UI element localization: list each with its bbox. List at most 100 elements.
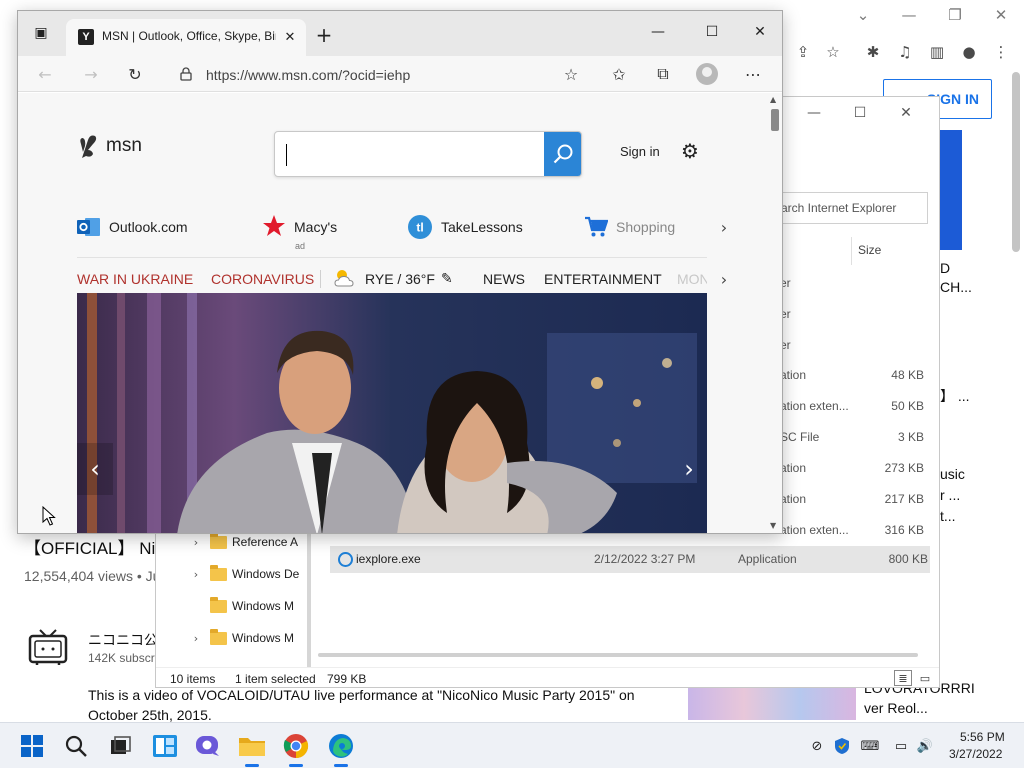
chrome-button[interactable] (281, 731, 311, 761)
maximize-icon[interactable]: ☐ (845, 101, 875, 125)
security-shield-icon[interactable] (833, 737, 851, 755)
profile-avatar[interactable] (696, 63, 718, 85)
minimize-icon[interactable]: — (886, 0, 932, 30)
nav-weather[interactable]: RYE / 36°F (365, 271, 435, 287)
widgets-button[interactable] (150, 731, 180, 761)
file-row-selected[interactable]: iexplore.exe 2/12/2022 3:27 PM Applicati… (330, 546, 930, 573)
new-tab-icon[interactable]: + (312, 23, 336, 47)
nav-folder-item[interactable]: › Windows De (156, 562, 311, 586)
edge-button[interactable] (326, 731, 356, 761)
hero-image[interactable]: ‹ › (77, 293, 707, 533)
search-button[interactable] (544, 132, 581, 176)
edge-toolbar: ← → ↻ https://www.msn.com/?ocid=iehp ☆ ✩… (18, 56, 782, 92)
windows-logo-icon (21, 735, 43, 757)
row-type: SC File (780, 430, 820, 444)
weather-cloud-sun-icon (332, 267, 360, 292)
explorer-window-controls: — ☐ ✕ (799, 97, 939, 127)
start-button[interactable] (17, 731, 47, 761)
chevron-right-icon[interactable]: › (714, 217, 734, 237)
chevron-right-icon[interactable]: › (714, 269, 734, 289)
quick-link-shopping[interactable]: Shopping (584, 211, 675, 243)
tab-close-icon[interactable]: ✕ (280, 27, 300, 47)
quick-link-outlook[interactable]: Outlook.com (77, 211, 188, 243)
maximize-icon[interactable]: ☐ (694, 19, 730, 45)
large-icons-view-icon[interactable]: ▭ (916, 670, 934, 686)
profile-icon[interactable]: ● (957, 40, 981, 64)
nav-news[interactable]: NEWS (483, 271, 525, 287)
forward-icon[interactable]: → (78, 61, 104, 87)
close-icon[interactable]: ✕ (891, 101, 921, 125)
nav-more[interactable]: MON (677, 271, 707, 287)
close-icon[interactable]: ✕ (742, 19, 778, 45)
scroll-down-icon[interactable]: ▼ (770, 521, 776, 530)
size-column-header[interactable]: Size (858, 243, 881, 257)
nav-coronavirus[interactable]: CORONAVIRUS (211, 271, 314, 287)
hero-photo (77, 293, 707, 533)
divider (320, 270, 321, 288)
back-icon[interactable]: ← (32, 61, 58, 87)
tab-actions-icon[interactable]: ▣ (32, 25, 50, 41)
msn-butterfly-icon (78, 132, 100, 160)
teams-chat-button[interactable] (193, 731, 223, 761)
gear-icon[interactable]: ⚙ (678, 139, 702, 163)
video-description: This is a video of VOCALOID/UTAU live pe… (88, 687, 635, 723)
scrollbar-thumb[interactable] (771, 109, 779, 131)
favorites-icon[interactable]: ✩ (606, 61, 632, 87)
page-scrollbar[interactable]: ▲ ▼ (768, 93, 782, 533)
bookmark-star-icon[interactable]: ☆ (821, 40, 845, 64)
horizontal-scrollbar[interactable] (318, 653, 918, 657)
quick-link-macys[interactable]: Macy's (262, 211, 337, 243)
recommended-thumbnail[interactable] (940, 130, 962, 250)
column-divider[interactable] (851, 237, 852, 265)
navigation-pane-scrollbar[interactable] (307, 527, 311, 667)
nav-war-in-ukraine[interactable]: WAR IN UKRAINE (77, 271, 193, 287)
carousel-next-icon[interactable]: › (671, 443, 707, 495)
explorer-search-input[interactable]: arch Internet Explorer (772, 192, 928, 224)
msn-logo[interactable]: msn (78, 131, 142, 161)
nav-folder-item[interactable]: Windows M (156, 594, 311, 618)
collections-icon[interactable]: ⧉ (650, 61, 676, 87)
share-icon[interactable]: ⇪ (791, 40, 815, 64)
recommended-video-thumbnail[interactable] (688, 688, 856, 720)
keyboard-icon[interactable]: ⌨ (861, 737, 880, 755)
clock-time[interactable]: 5:56 PM (960, 730, 1005, 744)
nav-entertainment[interactable]: ENTERTAINMENT (544, 271, 662, 287)
menu-icon[interactable]: ⋮ (989, 40, 1013, 64)
chevron-right-icon[interactable]: › (186, 632, 206, 645)
address-bar[interactable]: https://www.msn.com/?ocid=iehp (168, 59, 608, 89)
media-control-icon[interactable]: ♫ (893, 40, 917, 64)
row-type: ation (780, 368, 807, 382)
chevron-right-icon[interactable]: › (186, 536, 206, 549)
details-view-icon[interactable]: ≣ (894, 670, 912, 686)
task-view-button[interactable] (105, 731, 135, 761)
quick-link-takelessons[interactable]: tl TakeLessons (407, 211, 523, 243)
restore-icon[interactable]: ❐ (932, 0, 978, 30)
tab-search-icon[interactable]: ⌄ (840, 0, 886, 30)
msn-search-input[interactable] (274, 131, 582, 177)
volume-icon[interactable]: 🔊 (916, 737, 934, 755)
add-favorite-icon[interactable]: ☆ (558, 61, 584, 87)
minimize-icon[interactable]: — (640, 19, 676, 45)
file-explorer-button[interactable] (237, 731, 267, 761)
msn-sign-in-link[interactable]: Sign in (620, 144, 660, 159)
pencil-icon[interactable]: ✎ (441, 270, 453, 287)
channel-avatar[interactable] (28, 628, 68, 666)
page-scrollbar[interactable] (1012, 72, 1020, 252)
carousel-prev-icon[interactable]: ‹ (77, 443, 113, 495)
close-icon[interactable]: ✕ (978, 0, 1024, 30)
minimize-icon[interactable]: — (799, 101, 829, 125)
side-panel-icon[interactable]: ▥ (925, 40, 949, 64)
scroll-up-icon[interactable]: ▲ (770, 95, 776, 104)
clock-date[interactable]: 3/27/2022 (949, 747, 1002, 761)
more-menu-icon[interactable]: ⋯ (740, 61, 766, 87)
chevron-right-icon[interactable]: › (186, 568, 206, 581)
search-button[interactable] (61, 731, 91, 761)
nav-folder-item[interactable]: › Windows M (156, 626, 311, 650)
lock-icon[interactable] (178, 66, 194, 82)
browser-tab[interactable]: Y MSN | Outlook, Office, Skype, Bing ✕ (66, 19, 306, 56)
channel-name[interactable]: ニコニコ公 (88, 630, 158, 650)
refresh-icon[interactable]: ↻ (122, 61, 148, 87)
network-offline-icon[interactable]: ⊘ (808, 737, 826, 755)
display-icon[interactable]: ▭ (892, 737, 910, 755)
extensions-icon[interactable]: ✱ (861, 40, 885, 64)
